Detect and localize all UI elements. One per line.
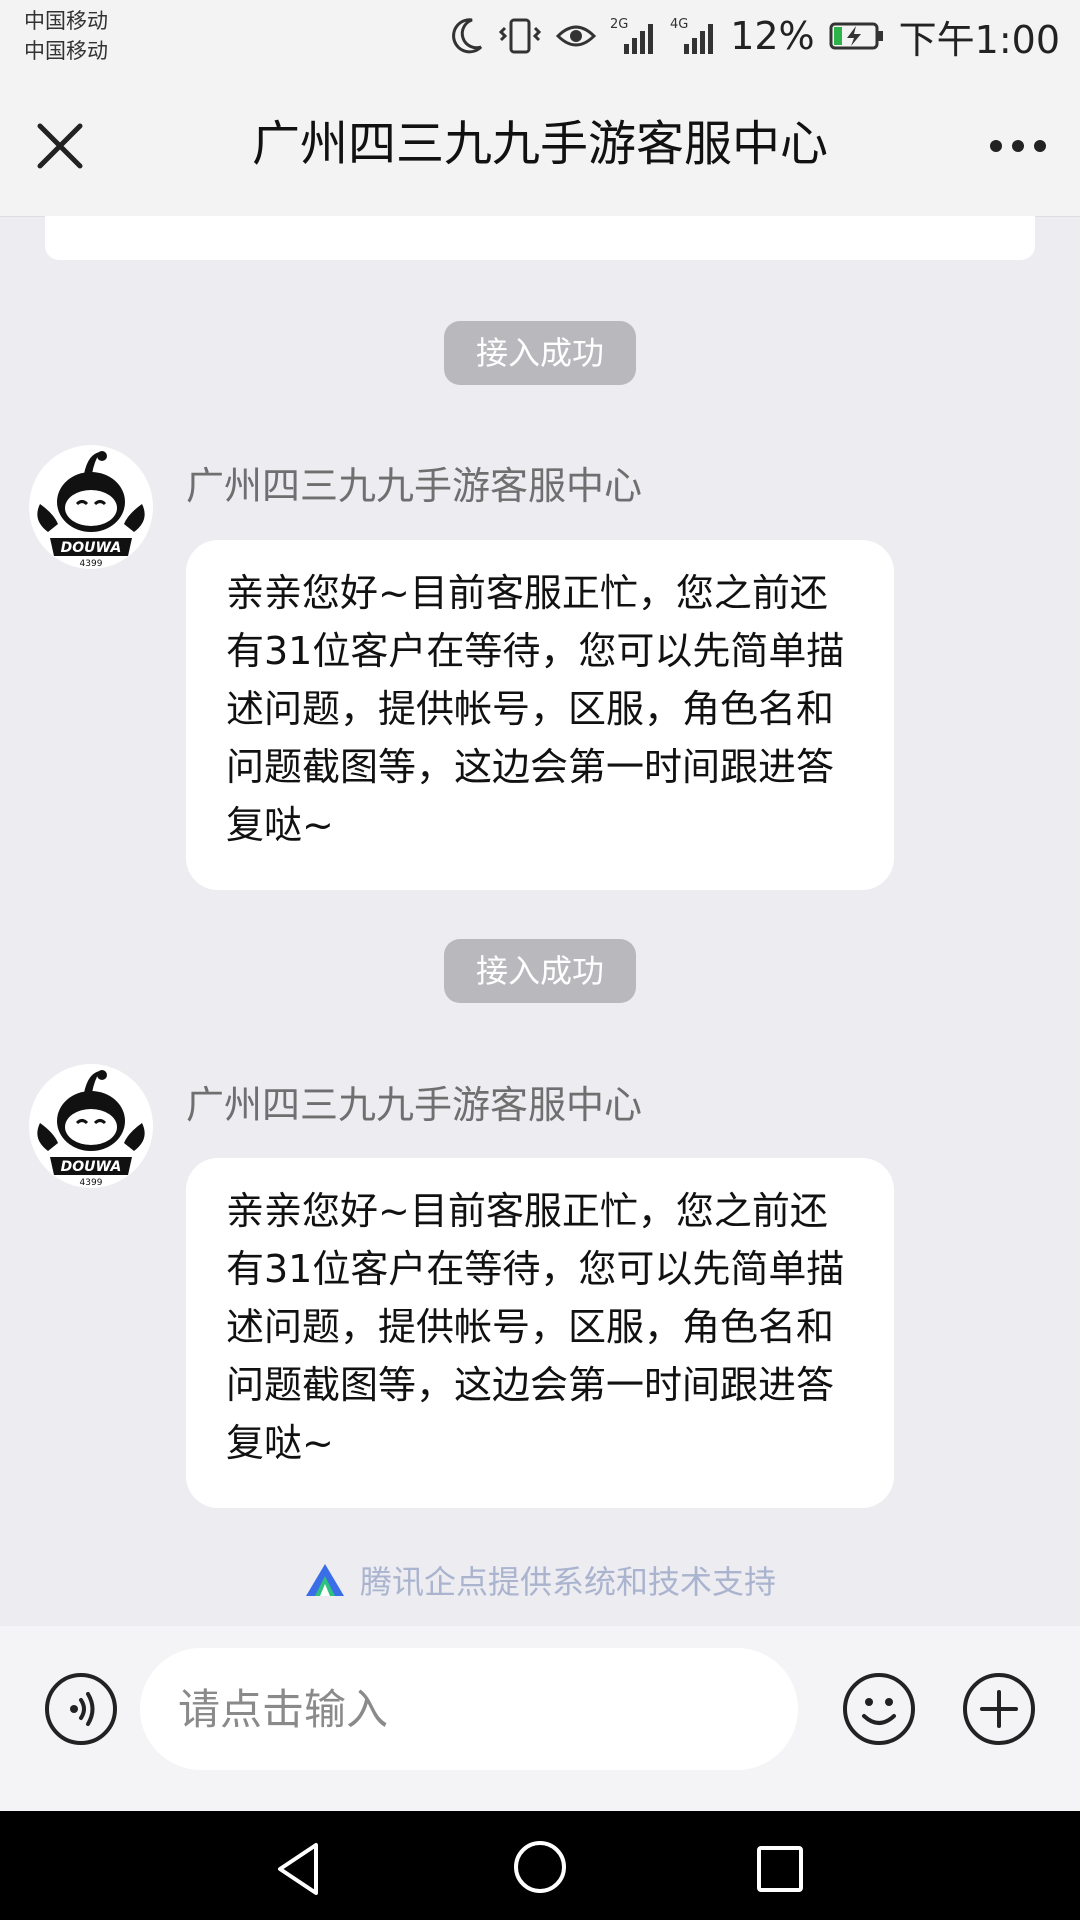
- status-icons: 2G 4G 12% 下午1:00: [450, 12, 1060, 62]
- status-bar: 中国移动 中国移动 2G 4G 12% 下午1:00: [0, 0, 1080, 72]
- signal-2g-icon: 2G: [610, 17, 654, 54]
- eye-icon: [556, 25, 597, 47]
- page-title: 广州四三九九手游客服中心: [251, 116, 828, 172]
- sender-name: 广州四三九九手游客服中心: [186, 464, 643, 508]
- system-navigation-bar: [0, 1811, 1080, 1920]
- more-options-icon[interactable]: [986, 116, 1050, 176]
- avatar-sub-text: 4399: [80, 1178, 103, 1188]
- avatar-sub-text: 4399: [80, 559, 103, 569]
- back-icon[interactable]: [270, 1839, 330, 1899]
- previous-message-card: [45, 216, 1035, 260]
- system-notice-connected: 接入成功: [444, 939, 636, 1003]
- home-icon[interactable]: [510, 1837, 570, 1897]
- battery-charging-icon: [829, 22, 883, 50]
- carrier-info: 中国移动 中国移动: [24, 6, 108, 66]
- avatar-brand-text: DOUWA: [61, 540, 122, 556]
- sender-name: 广州四三九九手游客服中心: [186, 1083, 643, 1127]
- plus-icon[interactable]: [962, 1672, 1036, 1746]
- nav-bar: 广州四三九九手游客服中心: [0, 72, 1080, 217]
- agent-avatar[interactable]: DOUWA 4399: [28, 1063, 154, 1189]
- carrier-2: 中国移动: [24, 39, 108, 63]
- recent-apps-icon[interactable]: [750, 1839, 810, 1899]
- voice-input-icon[interactable]: [44, 1672, 118, 1746]
- tencent-qidian-logo-icon: [305, 1564, 344, 1596]
- vibrate-icon: [499, 18, 542, 54]
- agent-avatar[interactable]: DOUWA 4399: [28, 444, 154, 570]
- message-bubble[interactable]: 亲亲您好~目前客服正忙，您之前还有31位客户在等待，您可以先简单描述问题，提供帐…: [186, 1158, 894, 1508]
- emoji-icon[interactable]: [842, 1672, 916, 1746]
- net-2g-label: 2G: [610, 17, 628, 32]
- battery-percent: 12%: [730, 14, 815, 58]
- message-input[interactable]: [140, 1648, 798, 1770]
- carrier-1: 中国移动: [24, 9, 108, 33]
- moon-icon: [452, 18, 483, 54]
- input-bar: [0, 1626, 1080, 1811]
- system-notice-connected: 接入成功: [444, 321, 636, 385]
- net-4g-label: 4G: [670, 17, 688, 32]
- clock: 下午1:00: [898, 17, 1060, 62]
- message-bubble[interactable]: 亲亲您好~目前客服正忙，您之前还有31位客户在等待，您可以先简单描述问题，提供帐…: [186, 540, 894, 890]
- powered-by-text: 腾讯企点提供系统和技术支持: [359, 1563, 776, 1601]
- powered-by: 腾讯企点提供系统和技术支持: [0, 1556, 1080, 1604]
- signal-4g-icon: 4G: [670, 17, 714, 54]
- avatar-brand-text: DOUWA: [61, 1159, 122, 1175]
